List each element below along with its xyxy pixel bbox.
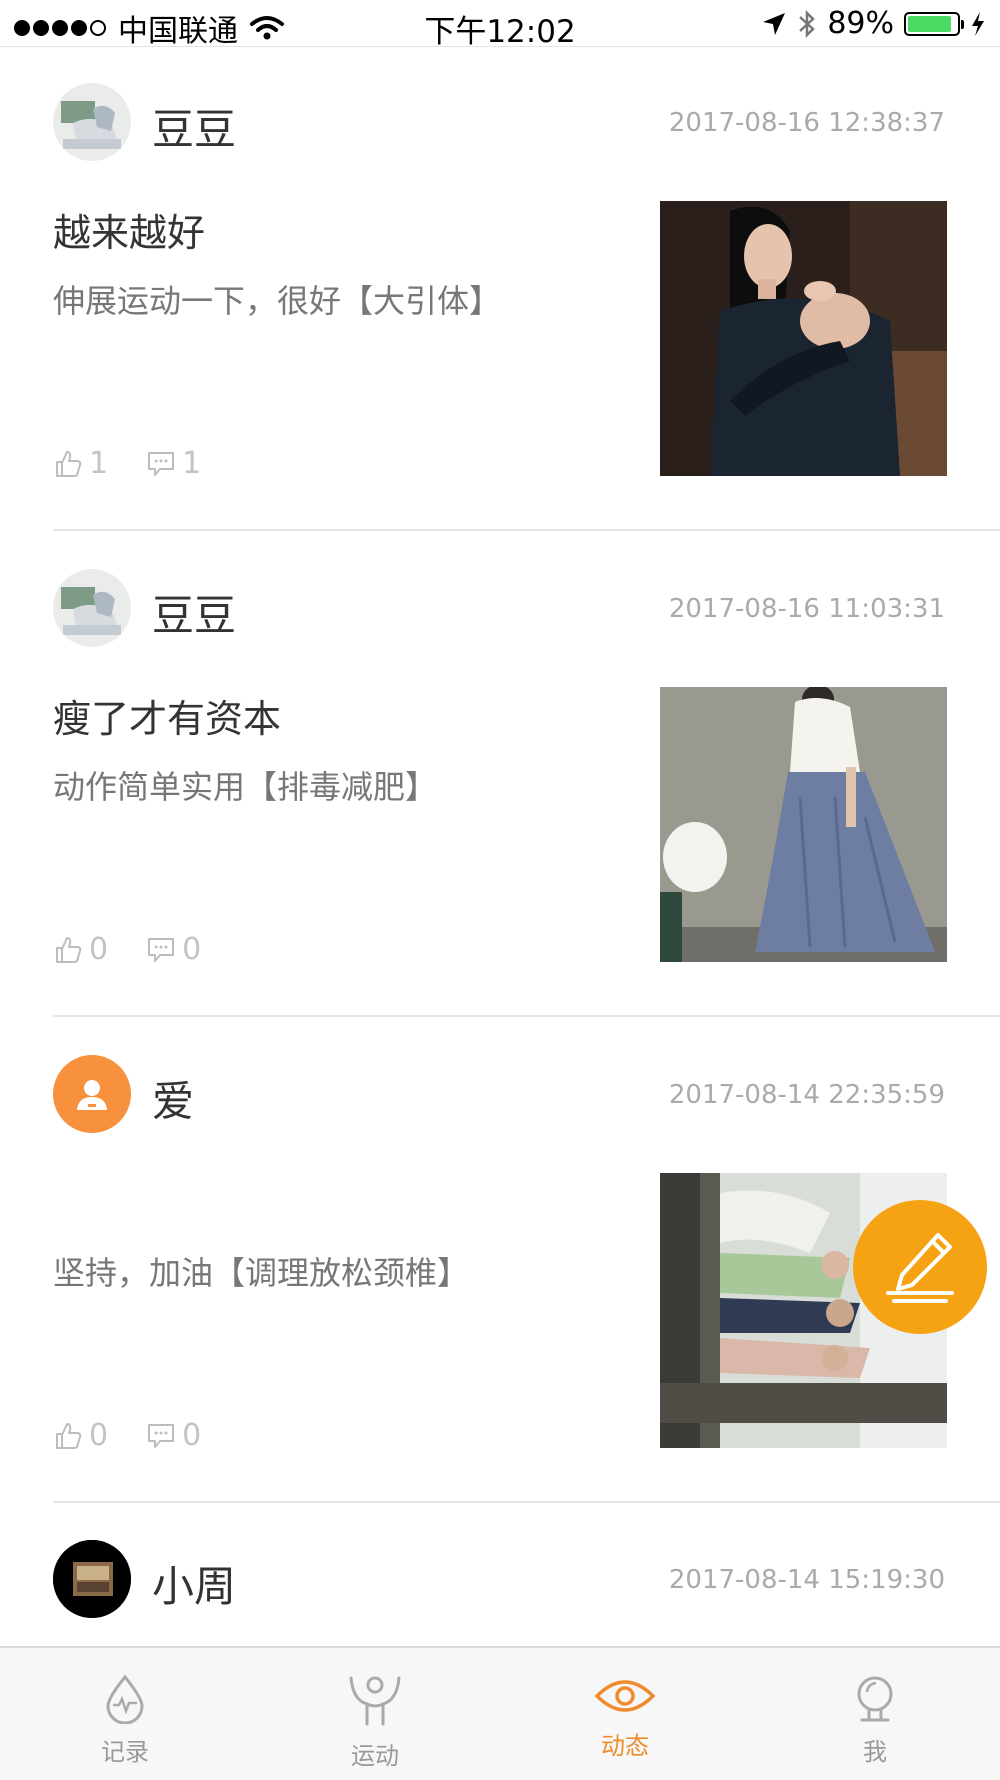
status-right: 89%	[761, 6, 986, 41]
post-photo[interactable]	[660, 201, 947, 476]
post-stats: 0 0	[53, 932, 201, 967]
post-time: 2017-08-16 12:38:37	[668, 108, 945, 138]
user-name[interactable]: 豆豆	[152, 96, 236, 157]
thumbs-up-icon	[56, 936, 82, 963]
post-card[interactable]: 爱 2017-08-14 22:35:59 坚持，加油【调理放松颈椎】 0 0	[0, 1018, 1000, 1504]
tab-record[interactable]: 记录	[0, 1648, 250, 1780]
user-avatar[interactable]	[53, 1540, 131, 1618]
profile-icon	[857, 1676, 893, 1722]
comment-icon	[148, 451, 175, 476]
comment-icon	[148, 1423, 175, 1448]
post-description: 伸展运动一下，很好【大引体】	[53, 282, 502, 320]
post-stats: 0 0	[53, 1418, 201, 1453]
user-name[interactable]: 小周	[152, 1553, 236, 1614]
divider	[53, 529, 1000, 531]
person-icon	[77, 1080, 107, 1110]
like-button[interactable]: 1	[53, 446, 108, 481]
post-time: 2017-08-16 11:03:31	[668, 594, 945, 624]
tab-exercise[interactable]: 运动	[250, 1648, 500, 1780]
tab-label: 运动	[351, 1742, 399, 1770]
battery-percent: 89%	[827, 6, 894, 41]
pencil-icon	[886, 1233, 954, 1303]
like-count: 0	[89, 1418, 109, 1453]
post-card[interactable]: 豆豆 2017-08-16 11:03:31 瘦了才有资本 动作简单实用【排毒减…	[0, 532, 1000, 1018]
comment-button[interactable]: 0	[146, 1418, 201, 1453]
user-avatar[interactable]	[53, 83, 131, 161]
default-avatar[interactable]	[53, 1055, 131, 1133]
like-count: 1	[89, 446, 109, 481]
like-button[interactable]: 0	[53, 932, 108, 967]
user-name[interactable]: 爱	[152, 1068, 194, 1129]
post-card[interactable]: 小周 2017-08-14 15:19:30	[0, 1503, 1000, 1646]
post-title: 越来越好	[53, 211, 206, 255]
post-title: 瘦了才有资本	[53, 697, 282, 741]
comment-button[interactable]: 1	[146, 446, 201, 481]
bluetooth-icon	[799, 9, 816, 38]
battery-icon	[904, 11, 964, 36]
like-count: 0	[89, 932, 109, 967]
comment-icon	[148, 937, 175, 962]
post-description: 动作简单实用【排毒减肥】	[53, 768, 438, 806]
comment-count: 0	[182, 932, 202, 967]
tab-bar: 记录 运动 动态 我	[0, 1646, 1000, 1780]
like-button[interactable]: 0	[53, 1418, 108, 1453]
location-arrow-icon	[763, 12, 786, 35]
tab-label: 记录	[101, 1738, 149, 1766]
exercise-icon	[349, 1676, 401, 1726]
tab-label: 我	[863, 1738, 887, 1766]
post-time: 2017-08-14 15:19:30	[668, 1565, 945, 1595]
compose-button[interactable]	[853, 1200, 987, 1334]
post-card[interactable]: 豆豆 2017-08-16 12:38:37 越来越好 伸展运动一下，很好【大引…	[0, 46, 1000, 532]
divider	[53, 1015, 1000, 1017]
comment-count: 0	[182, 1418, 202, 1453]
user-avatar[interactable]	[53, 569, 131, 647]
comment-count: 1	[182, 446, 202, 481]
charging-icon	[972, 11, 984, 36]
post-photo[interactable]	[660, 687, 947, 962]
tab-moments[interactable]: 动态	[500, 1648, 750, 1780]
post-description: 坚持，加油【调理放松颈椎】	[53, 1254, 470, 1292]
eye-icon	[594, 1680, 656, 1712]
thumbs-up-icon	[56, 450, 82, 477]
tab-label: 动态	[601, 1732, 649, 1760]
record-icon	[106, 1674, 144, 1724]
post-stats: 1 1	[53, 446, 201, 481]
thumbs-up-icon	[56, 1422, 82, 1449]
post-time: 2017-08-14 22:35:59	[668, 1080, 945, 1110]
tab-profile[interactable]: 我	[750, 1648, 1000, 1780]
comment-button[interactable]: 0	[146, 932, 201, 967]
user-name[interactable]: 豆豆	[152, 582, 236, 643]
status-bar: 中国联通 下午12:02 89%	[0, 0, 1000, 50]
